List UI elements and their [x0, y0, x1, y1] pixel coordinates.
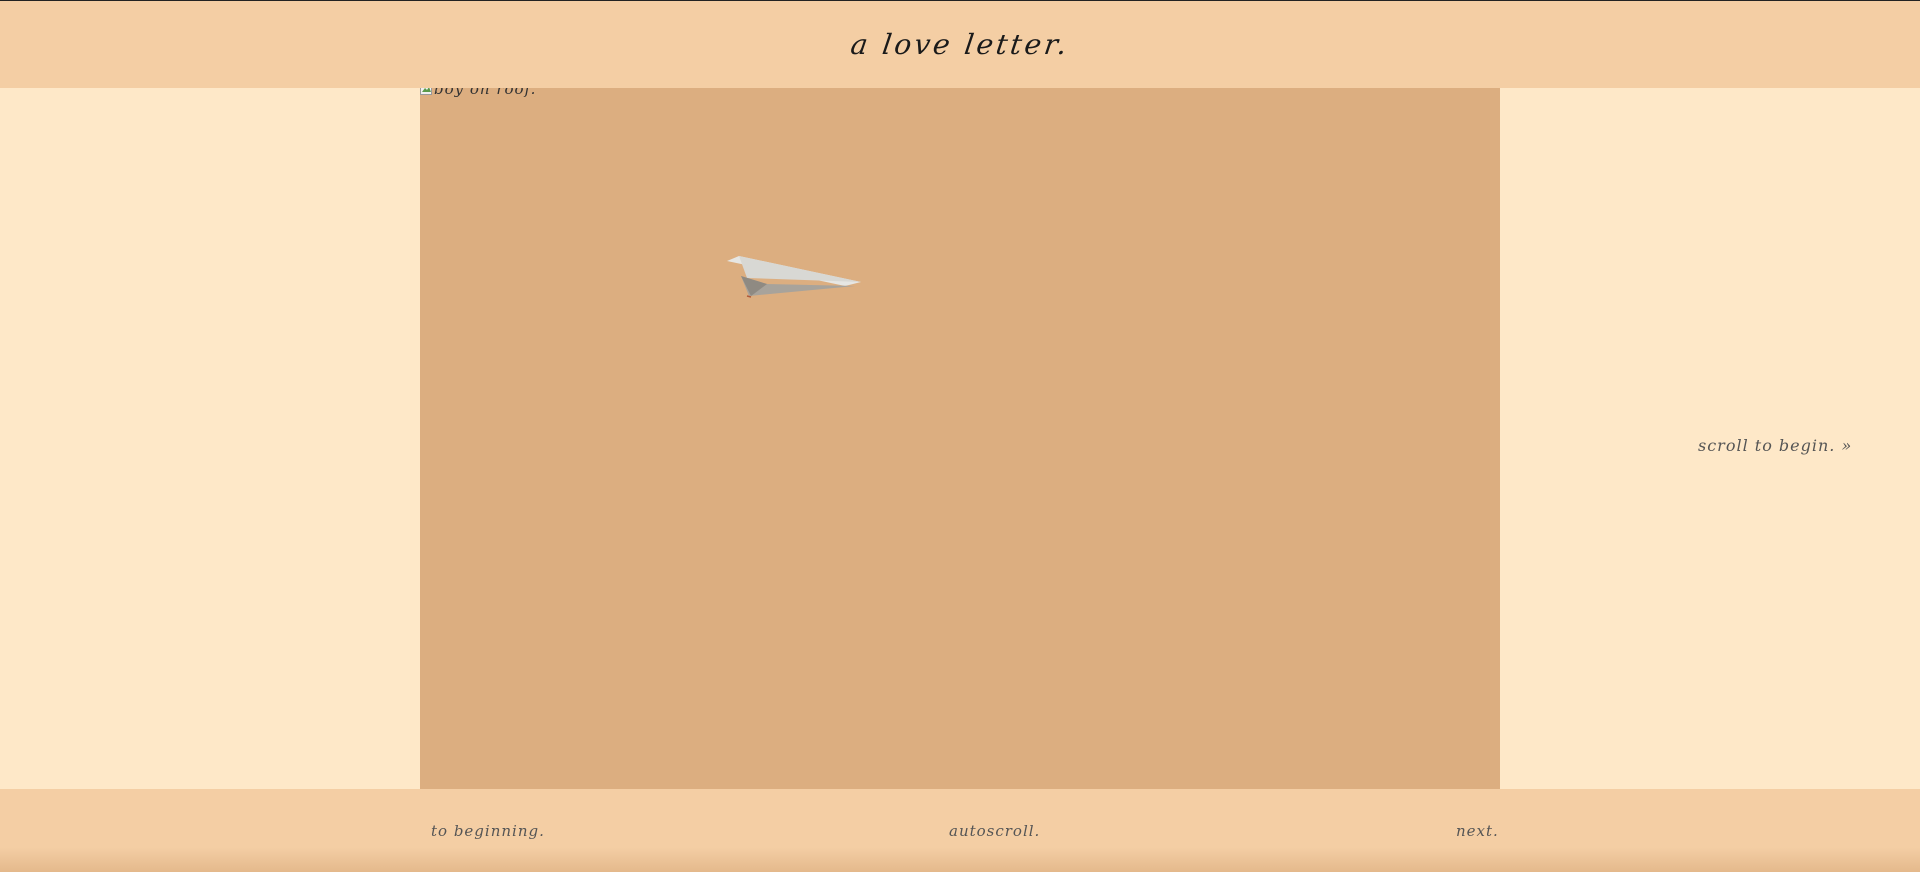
page-title: a love letter.	[848, 28, 1072, 61]
to-beginning-button[interactable]: to beginning.	[431, 822, 545, 840]
story-image: boy on roof.	[420, 88, 536, 98]
footer-bar: to beginning. autoscroll. next.	[0, 789, 1920, 872]
next-button[interactable]: next.	[1456, 822, 1499, 840]
autoscroll-button[interactable]: autoscroll.	[949, 822, 1040, 840]
paper-plane-icon	[727, 256, 861, 298]
header-bar: a love letter.	[0, 0, 1920, 88]
broken-image-icon	[420, 88, 432, 95]
page: a love letter. boy on roof. scroll to be…	[0, 0, 1920, 872]
story-stage: boy on roof.	[420, 88, 1500, 789]
story-image-alt: boy on roof.	[434, 88, 537, 98]
scroll-hint: scroll to begin. »	[1698, 436, 1853, 455]
